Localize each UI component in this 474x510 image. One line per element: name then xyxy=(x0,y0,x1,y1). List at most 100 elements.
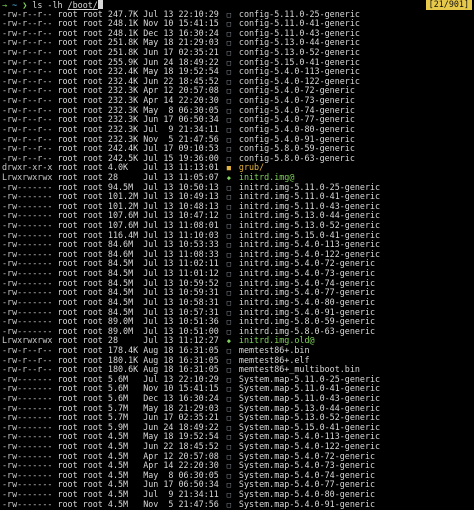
permissions: -rw------- xyxy=(2,489,53,500)
terminal-output: → ~ ❯ ls -lh /boot/[21/901] -rw-r--r-- r… xyxy=(2,0,472,509)
file-name: initrd.img-5.13.0-44-generic xyxy=(238,210,381,221)
permissions: -rw------- xyxy=(2,181,53,192)
modified-date: Jul 13 11:02:11 xyxy=(143,258,219,269)
file-name: initrd.img-5.4.0-74-generic xyxy=(238,277,376,288)
file-name: config-5.4.0-74-generic xyxy=(238,104,355,115)
permissions: -rw-r--r-- xyxy=(2,47,53,58)
owner-group: root root xyxy=(57,8,103,19)
owner-group: root root xyxy=(57,287,103,298)
modified-date: Jul 13 11:13:01 xyxy=(143,162,219,173)
modified-date: Jul 13 10:50:13 xyxy=(143,181,219,192)
owner-group: root root xyxy=(57,171,103,182)
modified-date: Jul 13 11:01:12 xyxy=(143,268,219,279)
file-name: config-5.11.0-41-generic xyxy=(238,18,360,29)
owner-group: root root xyxy=(57,220,103,231)
file-name: initrd.img-5.4.0-73-generic xyxy=(238,268,376,279)
modified-date: Apr 12 20:57:08 xyxy=(143,450,219,461)
owner-group: root root xyxy=(57,37,103,48)
owner-group: root root xyxy=(57,104,103,115)
file-name: initrd.img-5.4.0-113-generic xyxy=(238,239,381,250)
permissions: Lrwxrwxrwx xyxy=(2,335,53,346)
modified-date: Aug 18 16:31:05 xyxy=(143,344,219,355)
file-name: System.map-5.4.0-91-generic xyxy=(238,498,376,509)
file-name: initrd.img-5.4.0-91-generic xyxy=(238,306,376,317)
file-name: initrd.img-5.11.0-41-generic xyxy=(238,191,381,202)
permissions: -rw------- xyxy=(2,325,53,336)
modified-date: Jun 22 18:45:52 xyxy=(143,75,219,86)
permissions: -rw------- xyxy=(2,316,53,327)
permissions: -rw------- xyxy=(2,258,53,269)
modified-date: May 18 19:52:54 xyxy=(143,431,219,442)
file-name: System.map-5.4.0-122-generic xyxy=(238,441,381,452)
owner-group: root root xyxy=(57,47,103,58)
modified-date: Jul 13 10:57:31 xyxy=(143,306,219,317)
file-name: config-5.8.0-59-generic xyxy=(238,143,355,154)
file-name: config-5.4.0-80-generic xyxy=(238,123,355,134)
permissions: -rw-r--r-- xyxy=(2,66,53,77)
modified-date: Jun 17 02:35:21 xyxy=(143,412,219,423)
owner-group: root root xyxy=(57,143,103,154)
file-name: System.map-5.13.0-52-generic xyxy=(238,412,381,423)
owner-group: root root xyxy=(57,412,103,423)
owner-group: root root xyxy=(57,277,103,288)
permissions: -rw------- xyxy=(2,421,53,432)
permissions: -rw------- xyxy=(2,441,53,452)
owner-group: root root xyxy=(57,66,103,77)
permissions: -rw-r--r-- xyxy=(2,114,53,125)
permissions: -rw-r--r-- xyxy=(2,133,53,144)
file-name: config-5.13.0-52-generic xyxy=(238,47,360,58)
owner-group: root root xyxy=(57,248,103,259)
file-name: System.map-5.4.0-74-generic xyxy=(238,469,376,480)
permissions: -rw------- xyxy=(2,229,53,240)
modified-date: Jul 13 10:51:36 xyxy=(143,316,219,327)
owner-group: root root xyxy=(57,316,103,327)
file-name: initrd.img-5.13.0-52-generic xyxy=(238,220,381,231)
modified-date: Apr 14 22:20:30 xyxy=(143,460,219,471)
listing: -rw-r--r-- root root 247.7K Jul 13 22:10:… xyxy=(2,8,472,510)
file-name: config-5.11.0-25-generic xyxy=(238,8,360,19)
owner-group: root root xyxy=(57,85,103,96)
permissions: -rw-r--r-- xyxy=(2,123,53,134)
permissions: -rw------- xyxy=(2,191,53,202)
file-name: config-5.4.0-72-generic xyxy=(238,85,355,96)
modified-date: Jul 13 10:59:52 xyxy=(143,277,219,288)
permissions: -rw-r--r-- xyxy=(2,364,53,375)
file-name: initrd.img-5.15.0-41-generic xyxy=(238,229,381,240)
modified-date: Jul 13 10:51:00 xyxy=(143,325,219,336)
file-name: initrd.img-5.4.0-80-generic xyxy=(238,296,376,307)
permissions: drwxr-xr-x xyxy=(2,162,53,173)
owner-group: root root xyxy=(57,56,103,67)
permissions: -rw-r--r-- xyxy=(2,85,53,96)
modified-date: Jul 13 10:48:13 xyxy=(143,200,219,211)
owner-group: root root xyxy=(57,469,103,480)
permissions: -rw------- xyxy=(2,373,53,384)
modified-date: Jun 17 02:35:21 xyxy=(143,47,219,58)
owner-group: root root xyxy=(57,181,103,192)
file-name: System.map-5.4.0-113-generic xyxy=(238,431,381,442)
permissions: -rw-r--r-- xyxy=(2,75,53,86)
permissions: -rw-r--r-- xyxy=(2,95,53,106)
permissions: -rw-r--r-- xyxy=(2,8,53,19)
permissions: -rw------- xyxy=(2,402,53,413)
file-name: config-5.4.0-91-generic xyxy=(238,133,355,144)
modified-date: Nov 10 15:41:15 xyxy=(143,18,219,29)
permissions: -rw------- xyxy=(2,287,53,298)
permissions: -rw-r--r-- xyxy=(2,27,53,38)
permissions: -rw------- xyxy=(2,248,53,259)
owner-group: root root xyxy=(57,210,103,221)
file-name: config-5.15.0-41-generic xyxy=(238,56,360,67)
modified-date: Jul 13 11:05:07 xyxy=(143,171,219,182)
permissions: -rw------- xyxy=(2,239,53,250)
history-counter-badge: [21/901] xyxy=(425,0,472,10)
file-name: initrd.img-5.8.0-59-generic xyxy=(238,316,376,327)
file-name: System.map-5.11.0-25-generic xyxy=(238,373,381,384)
modified-date: Jul 13 11:12:27 xyxy=(143,335,219,346)
file-size: 4.5M xyxy=(107,498,129,509)
owner-group: root root xyxy=(57,460,103,471)
owner-group: root root xyxy=(57,441,103,452)
owner-group: root root xyxy=(57,18,103,29)
permissions: -rw------- xyxy=(2,392,53,403)
modified-date: Jul 13 11:08:01 xyxy=(143,220,219,231)
file-name: memtest86+.elf xyxy=(238,354,310,365)
owner-group: root root xyxy=(57,75,103,86)
